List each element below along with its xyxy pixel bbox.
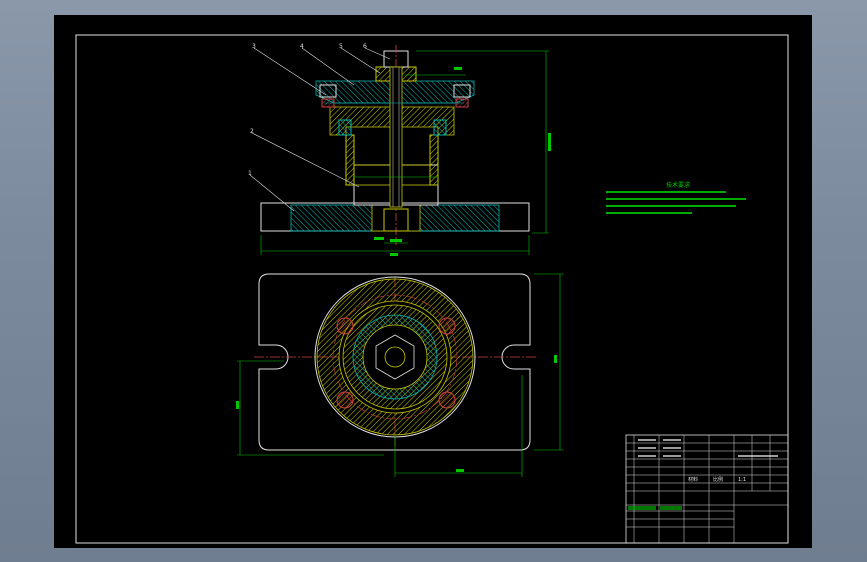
balloon-5: 5	[339, 43, 343, 50]
top-plan-view	[254, 273, 536, 451]
balloon-1: 1	[248, 170, 252, 177]
fixture-drawing: 3 4 5 6 2 1 技术要求 材料 比例 1:1	[75, 34, 789, 544]
balloon-3: 3	[252, 43, 256, 50]
front-section-view	[260, 45, 530, 245]
balloon-2: 2	[250, 128, 254, 135]
notes-title: 技术要求	[666, 181, 690, 189]
title-scale-label: 比例	[713, 476, 723, 483]
cad-viewport[interactable]: 3 4 5 6 2 1 技术要求 材料 比例 1:1	[0, 0, 867, 562]
title-ratio-value: 1:1	[738, 477, 746, 483]
drawing-sheet: 3 4 5 6 2 1 技术要求 材料 比例 1:1	[54, 15, 812, 548]
balloon-4: 4	[300, 43, 304, 50]
title-block: 材料 比例 1:1	[625, 434, 789, 544]
technical-notes: 技术要求	[606, 181, 746, 214]
title-material-label: 材料	[688, 476, 698, 483]
balloon-6: 6	[363, 43, 367, 50]
